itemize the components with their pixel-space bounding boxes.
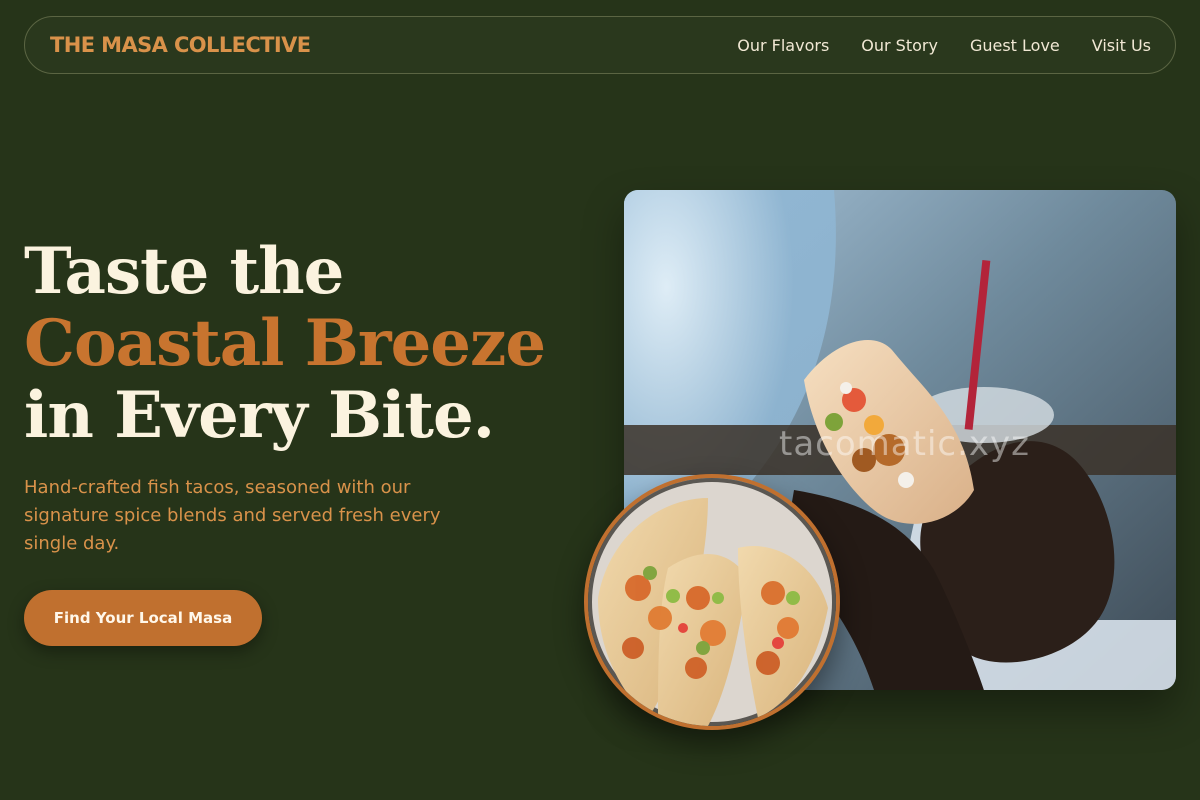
brand-logo[interactable]: THE MASA COLLECTIVE xyxy=(50,33,311,57)
find-local-masa-button[interactable]: Find Your Local Masa xyxy=(24,590,262,646)
headline-line-2: Coastal Breeze xyxy=(24,306,546,381)
headline-line-3: in Every Bite. xyxy=(24,378,495,453)
hero-subtext: Hand-crafted fish tacos, seasoned with o… xyxy=(24,477,441,554)
headline-line-1: Taste the xyxy=(24,234,344,309)
image-watermark: tacomatic.xyz xyxy=(779,424,1030,464)
tacos-plate-photo xyxy=(584,474,840,730)
nav-link-our-flavors[interactable]: Our Flavors xyxy=(737,36,829,55)
hero-headline: Taste the Coastal Breeze in Every Bite. xyxy=(24,234,546,453)
nav-links: Our Flavors Our Story Guest Love Visit U… xyxy=(737,36,1151,55)
top-nav: THE MASA COLLECTIVE Our Flavors Our Stor… xyxy=(24,16,1176,74)
nav-link-visit-us[interactable]: Visit Us xyxy=(1092,36,1151,55)
nav-link-guest-love[interactable]: Guest Love xyxy=(970,36,1060,55)
nav-link-our-story[interactable]: Our Story xyxy=(861,36,938,55)
